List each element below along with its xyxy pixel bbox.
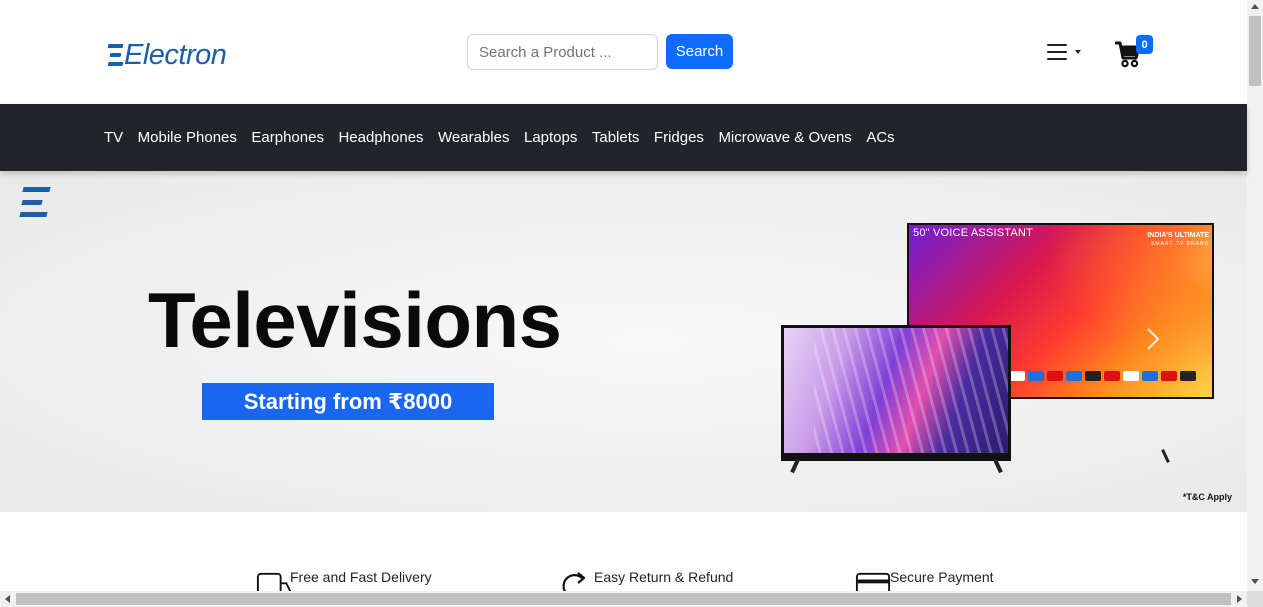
menu-dropdown-toggle[interactable] [1047,41,1087,63]
search-input[interactable] [467,34,658,70]
scrollbar-corner [1247,591,1263,607]
brand-logo[interactable]: Electron [107,38,227,72]
search-button[interactable]: Search [666,34,733,69]
scroll-right-arrow-icon[interactable] [1237,595,1242,603]
nav-item-acs[interactable]: ACs [866,129,894,146]
nav-item-headphones[interactable]: Headphones [338,129,423,146]
carousel-next-icon[interactable] [1146,327,1160,351]
tv-stand [1161,449,1170,463]
scroll-down-arrow-icon[interactable] [1251,579,1259,584]
banner-logo-icon [19,187,51,217]
caret-down-icon [1075,50,1081,54]
scroll-left-arrow-icon[interactable] [5,595,10,603]
brand-name: Electron [124,38,227,71]
vertical-scrollbar[interactable] [1247,0,1263,607]
feature-payment-label: Secure Payment [890,569,994,585]
hamburger-icon [1047,44,1067,60]
site-header: Electron Search 0 [0,0,1247,104]
horizontal-scroll-thumb[interactable] [16,593,1231,605]
tv-tag-line1: INDIA'S ULTIMATE [1147,232,1209,239]
cart-button[interactable]: 0 [1115,35,1159,70]
terms-note: *T&C Apply [1182,492,1232,502]
hero-banner-carousel[interactable]: Televisions Starting from ₹8000 50" VOIC… [0,171,1247,512]
tv-brand-tag: INDIA'S ULTIMATE SMART TV BRAND [1147,231,1209,249]
feature-return-label: Easy Return & Refund [594,569,734,585]
horizontal-scrollbar[interactable] [0,591,1247,607]
nav-item-microwave-ovens[interactable]: Microwave & Ovens [718,129,851,146]
banner-title: Televisions [148,276,562,364]
nav-item-earphones[interactable]: Earphones [251,129,324,146]
nav-item-fridges[interactable]: Fridges [654,129,704,146]
nav-item-tablets[interactable]: Tablets [592,129,640,146]
banner-price-label: Starting from ₹8000 [202,383,494,420]
category-navbar: TV Mobile Phones Earphones Headphones We… [0,104,1247,171]
tv-app-icons [1009,371,1196,381]
vertical-scroll-thumb[interactable] [1249,16,1261,86]
tv-screen-small [784,328,1008,453]
nav-item-mobile-phones[interactable]: Mobile Phones [138,129,237,146]
logo-e-mark-icon [107,44,124,66]
scroll-up-arrow-icon[interactable] [1251,4,1259,9]
nav-item-wearables[interactable]: Wearables [438,129,509,146]
tv-tag-line2: SMART TV BRAND [1151,241,1209,247]
tv-feature-label: 50" VOICE ASSISTANT [913,227,1033,239]
cart-count-badge: 0 [1136,35,1153,54]
tv-image-small [781,325,1011,461]
nav-item-laptops[interactable]: Laptops [524,129,577,146]
feature-delivery-label: Free and Fast Delivery [290,569,432,585]
nav-item-tv[interactable]: TV [104,129,123,146]
